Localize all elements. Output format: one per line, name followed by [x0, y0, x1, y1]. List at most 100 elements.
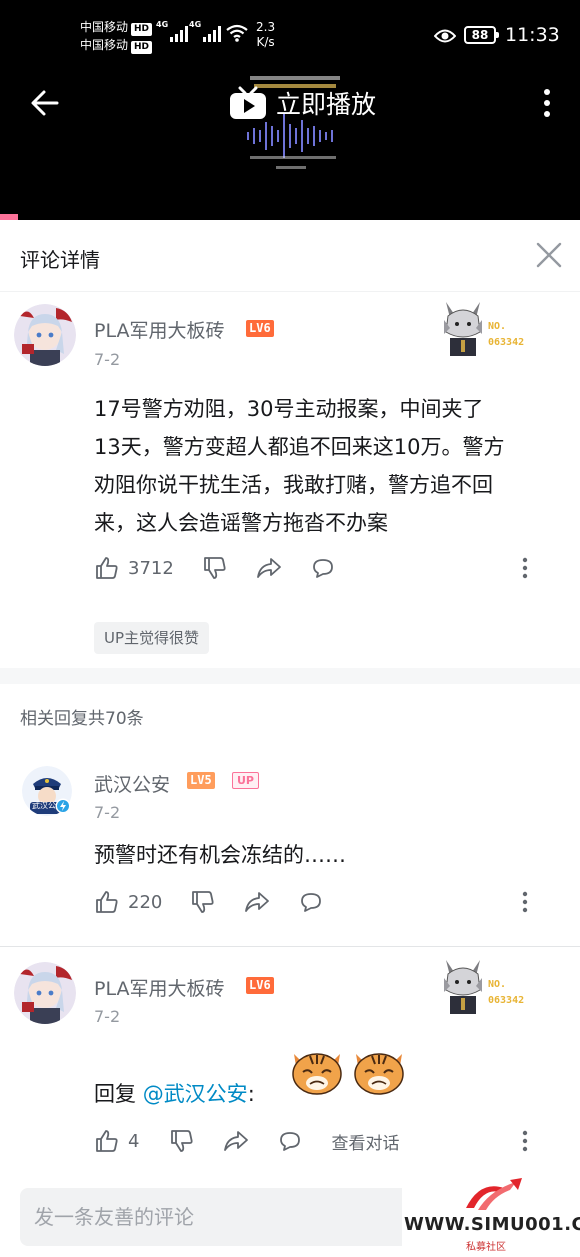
- comment-input[interactable]: [20, 1188, 440, 1246]
- speed-unit: K/s: [256, 35, 275, 49]
- fan-no-label: NO.: [488, 321, 507, 332]
- fan-no-value: 063342: [488, 337, 525, 348]
- thumb-down-icon: [171, 1130, 194, 1152]
- divider: [0, 946, 580, 947]
- wolf-fan-badge-icon: [444, 960, 482, 1014]
- anime-avatar-image: [14, 962, 76, 1024]
- comment-line: 17号警方劝阻，30号主动报案，中间夹了: [94, 397, 484, 421]
- play-now-label: 立即播放: [276, 90, 377, 119]
- up-liked-badge: UP主觉得很赞: [94, 622, 210, 654]
- user-mention-link[interactable]: @武汉公安: [143, 1082, 248, 1106]
- username[interactable]: 武汉公安: [94, 770, 170, 797]
- more-options-icon[interactable]: [522, 557, 528, 579]
- comment-actions: 3712: [94, 553, 544, 583]
- avatar-caption: 武汉公: [32, 801, 56, 810]
- dislike-button[interactable]: [169, 1128, 195, 1154]
- comment-bubble-icon: [301, 893, 322, 912]
- like-button[interactable]: 220: [94, 889, 162, 915]
- username[interactable]: PLA军用大板砖: [94, 316, 224, 343]
- level-badge: LV6: [246, 320, 274, 337]
- share-button[interactable]: [244, 889, 270, 915]
- carrier-info: 中国移动 HD 中国移动 HD: [80, 18, 153, 54]
- thumb-down-icon: [203, 557, 226, 579]
- fan-badge[interactable]: NO. 063342: [440, 298, 550, 362]
- watermark-subtitle: 私募社区: [466, 1242, 506, 1253]
- comment-text: 预警时还有机会冻结的……: [94, 843, 346, 867]
- comment-date: 7-2: [94, 350, 121, 369]
- status-bar: 中国移动 HD 中国移动 HD 4G 4G 2.3 K/s 88 11:33: [0, 0, 580, 66]
- simu-logo-icon: [466, 1178, 522, 1210]
- comment-detail-header: 评论详情: [0, 220, 580, 292]
- fan-no-label: NO.: [488, 979, 507, 990]
- like-button[interactable]: 3712: [94, 555, 174, 581]
- comment-date: 7-2: [94, 1007, 121, 1026]
- thumb-up-icon: [96, 1130, 118, 1152]
- battery-icon: 88: [464, 26, 499, 44]
- share-icon: [256, 558, 281, 578]
- fan-no-value: 063342: [488, 995, 525, 1006]
- hd-badge-1: HD: [131, 23, 153, 36]
- carrier-1: 中国移动: [80, 20, 129, 34]
- more-options-icon[interactable]: [522, 1130, 528, 1152]
- reply-button[interactable]: [298, 889, 324, 915]
- reply-button[interactable]: [277, 1128, 303, 1154]
- like-count: 3712: [128, 557, 174, 579]
- thumb-up-icon: [96, 557, 118, 579]
- comment-date: 7-2: [94, 803, 121, 822]
- reply-prefix: 回复: [94, 1082, 143, 1106]
- colon: :: [247, 1082, 255, 1106]
- comment-actions: 220: [94, 887, 544, 917]
- comment-line: 来，这人会造谣警方拖沓不办案: [94, 511, 388, 535]
- signal-icon-2: 4G: [189, 20, 221, 42]
- comment-text: 17号警方劝阻，30号主动报案，中间夹了 13天，警方变超人都追不回来这10万。…: [94, 390, 504, 542]
- avatar[interactable]: [14, 962, 76, 1024]
- signal-icon-1: 4G: [156, 20, 188, 42]
- comment-line: 劝阻你说干扰生活，我敢打赌，警方追不回: [94, 473, 493, 497]
- clock: 11:33: [505, 24, 560, 46]
- like-count: 4: [128, 1130, 140, 1152]
- fan-badge[interactable]: NO. 063342: [440, 956, 550, 1020]
- avatar[interactable]: [14, 304, 76, 366]
- tv-icon: [230, 86, 266, 119]
- thumb-down-icon: [192, 891, 214, 913]
- dislike-button[interactable]: [190, 889, 216, 915]
- share-icon: [245, 892, 270, 912]
- back-arrow-icon[interactable]: [30, 88, 60, 118]
- dislike-button[interactable]: [202, 555, 228, 581]
- network-type-1: 4G: [156, 20, 169, 29]
- watermark-url: WWW.SIMU001.CN: [404, 1214, 580, 1235]
- close-icon[interactable]: [536, 242, 562, 268]
- thumb-up-icon: [96, 891, 118, 913]
- comment-line: 13天，警方变超人都追不回来这10万。警方: [94, 435, 505, 459]
- like-button[interactable]: 4: [94, 1128, 139, 1154]
- share-button[interactable]: [256, 555, 282, 581]
- view-conversation-link[interactable]: 查看对话: [331, 1129, 399, 1154]
- comment-bubble-icon: [312, 559, 333, 578]
- like-count: 220: [128, 891, 163, 913]
- more-menu-icon[interactable]: [540, 88, 554, 118]
- reply-button[interactable]: [310, 555, 336, 581]
- level-badge: LV6: [246, 977, 274, 994]
- more-options-icon[interactable]: [522, 891, 528, 913]
- share-button[interactable]: [223, 1128, 249, 1154]
- speed-value: 2.3: [256, 20, 276, 34]
- verified-icon: [55, 798, 71, 814]
- play-now-button[interactable]: 立即播放: [228, 84, 376, 122]
- network-speed: 2.3 K/s: [256, 20, 275, 50]
- up-badge: UP: [232, 772, 259, 789]
- comment-text: 回复 @武汉公安:: [94, 1075, 255, 1113]
- username[interactable]: PLA军用大板砖: [94, 974, 224, 1001]
- tiger-emoji-icon: [354, 1053, 404, 1095]
- video-player[interactable]: 中国移动 HD 中国移动 HD 4G 4G 2.3 K/s 88 11:33 立…: [0, 0, 580, 220]
- hd-badge-2: HD: [131, 41, 153, 54]
- share-icon: [224, 1131, 249, 1151]
- anime-avatar-image: [14, 304, 76, 366]
- carrier-2: 中国移动: [80, 38, 129, 52]
- tiger-emoji-icon: [292, 1053, 342, 1095]
- eye-comfort-icon: [434, 29, 456, 43]
- panel-title: 评论详情: [20, 248, 100, 272]
- section-separator: [0, 668, 580, 684]
- wolf-fan-badge-icon: [444, 302, 482, 356]
- wifi-icon: [226, 24, 248, 42]
- comment-actions: 4 查看对话: [94, 1126, 514, 1156]
